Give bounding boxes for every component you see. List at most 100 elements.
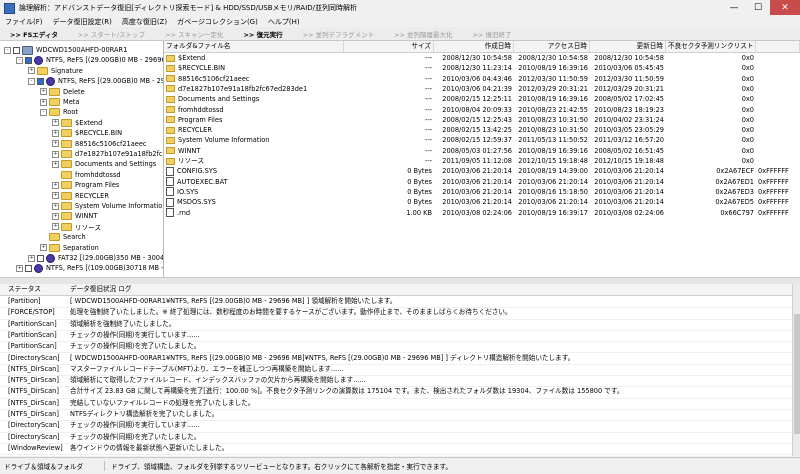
- column-header[interactable]: アクセス日時: [514, 41, 590, 52]
- menu-help[interactable]: ヘルプ(H): [263, 17, 305, 27]
- select-checkbox[interactable]: [25, 56, 32, 64]
- tree-node[interactable]: + Separation: [40, 243, 99, 253]
- file-row[interactable]: $Extend --- 2008/12/30 10:54:58 2008/12/30 …: [164, 53, 800, 63]
- log-panel[interactable]: ステータス データ復旧状況 ログ [Partition] [ WDCWD1500A…: [0, 284, 792, 456]
- file-row[interactable]: WINNT --- 2008/05/03 01:27:56 2010/08/19 16…: [164, 146, 800, 156]
- collapse-icon[interactable]: -: [28, 77, 35, 85]
- log-scrollbar[interactable]: [792, 284, 800, 456]
- column-header[interactable]: [756, 41, 800, 52]
- file-cell-modified: 2010/04/02 23:31:24: [594, 115, 664, 124]
- select-checkbox[interactable]: [13, 46, 20, 54]
- tree-node[interactable]: + FAT32 [(29.00GB)350 MB - 30046: [28, 253, 163, 263]
- column-header[interactable]: 作成日時: [434, 41, 514, 52]
- tree-node[interactable]: + $Extend: [52, 118, 102, 128]
- file-row[interactable]: MSDOS.SYS 0 Bytes 2010/03/06 21:20:14 2010/…: [164, 197, 800, 207]
- tree-node[interactable]: + NTFS, ReFS [(109.00GB)30718 MB -: [16, 263, 163, 273]
- toolbar-button[interactable]: >> 復旧終了: [463, 29, 522, 39]
- tree-node[interactable]: +88516c5106cf21aeec: [52, 139, 147, 149]
- menu-file[interactable]: ファイル(F): [0, 17, 48, 27]
- log-message: 処理を強制終了いたしました。※ 終了処理には、数秒程度のお時間を要するケースがご…: [70, 308, 512, 317]
- tree-node[interactable]: + リソース: [52, 222, 101, 232]
- toolbar-button[interactable]: >> FSエディタ: [0, 29, 68, 39]
- tree-node[interactable]: + Meta: [40, 97, 79, 107]
- drive-tree[interactable]: - WDCWD1500AHFD-00RAR1 - NTFS, ReFS [(29.00…: [0, 41, 164, 277]
- tree-node[interactable]: - WDCWD1500AHFD-00RAR1: [4, 45, 127, 55]
- toolbar-button[interactable]: >> スキャン一定化: [155, 29, 233, 39]
- expand-icon[interactable]: +: [52, 119, 59, 127]
- tree-node[interactable]: Search: [40, 232, 86, 242]
- tree-node[interactable]: + Delete: [40, 87, 85, 97]
- tree-node[interactable]: + d7e1827b107e91a18fb2fc67: [52, 149, 163, 159]
- log-header-status[interactable]: ステータス: [4, 284, 45, 295]
- expand-icon[interactable]: +: [16, 264, 23, 272]
- file-row[interactable]: 88516c5106cf21aeec --- 2010/03/06 04:43:46…: [164, 74, 800, 84]
- expand-icon[interactable]: +: [52, 181, 59, 189]
- expand-icon[interactable]: +: [52, 160, 59, 168]
- tree-node[interactable]: + $RECYCLE.BIN: [52, 128, 122, 138]
- file-cell-name: fromhddtossd: [164, 105, 344, 115]
- tree-node[interactable]: + Program Files: [52, 180, 119, 190]
- tree-node[interactable]: - NTFS, ReFS [(29.00GB)0 MB - 29696: [16, 55, 163, 65]
- tree-node[interactable]: - NTFS, ReFS [(29.00GB)0 MB - 296: [28, 76, 163, 86]
- expand-icon[interactable]: +: [40, 98, 47, 106]
- select-checkbox[interactable]: [37, 254, 44, 262]
- menu-garbage-collection[interactable]: ガベージコレクション(G): [172, 17, 263, 27]
- tree-node[interactable]: + System Volume Informatio: [52, 201, 162, 211]
- file-row[interactable]: $RECYCLE.BIN --- 2008/12/30 11:23:14 2010/0…: [164, 63, 800, 73]
- file-row[interactable]: IO.SYS 0 Bytes 2010/03/06 21:20:14 2010/08/…: [164, 187, 800, 197]
- file-row[interactable]: fromhddtossd --- 2010/08/04 20:09:33 2010/0…: [164, 105, 800, 115]
- column-header[interactable]: 更新日時: [590, 41, 666, 52]
- file-row[interactable]: .rnd 1.00 KB 2010/03/08 02:24:06 2010/08/19…: [164, 208, 800, 218]
- log-status: [NTFS_DirScan]: [8, 376, 59, 385]
- file-list[interactable]: フォルダ&ファイル名 サイズ 作成日時 アクセス日時 更新日時 不良セクタ予測リンクリスト…: [164, 41, 800, 277]
- file-row[interactable]: d7e1827b107e91a18fb2fc67ed283de1 --- 2010/…: [164, 84, 800, 94]
- column-header[interactable]: サイズ: [344, 41, 434, 52]
- log-scrollbar-thumb[interactable]: [794, 314, 800, 434]
- file-row[interactable]: RECYCLER --- 2008/02/15 13:42:25 2010/08/23…: [164, 125, 800, 135]
- file-row[interactable]: System Volume Information --- 2008/02/15 1…: [164, 135, 800, 145]
- expand-icon[interactable]: +: [52, 212, 59, 220]
- file-row[interactable]: Program Files --- 2008/02/15 12:25:43 2010/…: [164, 115, 800, 125]
- close-button[interactable]: ✕: [770, 0, 800, 15]
- collapse-icon[interactable]: -: [16, 56, 23, 64]
- log-row[interactable]: [WindowReview] 各ウインドウの情報を最新状態へ更新いたしました。: [0, 443, 792, 456]
- log-header-message[interactable]: データ復旧状況 ログ: [66, 284, 135, 295]
- file-row[interactable]: CONFIG.SYS 0 Bytes 2010/03/06 21:20:14 2010…: [164, 166, 800, 176]
- expand-icon[interactable]: +: [52, 202, 59, 210]
- tree-node[interactable]: + RECYCLER: [52, 191, 109, 201]
- menu-advanced-recovery[interactable]: 高度な復旧(Z): [117, 17, 172, 27]
- expand-icon[interactable]: +: [28, 67, 35, 75]
- column-header[interactable]: 不良セクタ予測リンクリスト: [666, 41, 756, 52]
- file-cell-bad: 0x0: [741, 146, 754, 155]
- toolbar-button[interactable]: >> スタート/ストップ: [68, 29, 155, 39]
- menu-recovery-settings[interactable]: データ復旧設定(R): [48, 17, 117, 27]
- file-row[interactable]: AUTOEXEC.BAT 0 Bytes 2010/03/06 21:20:14 20…: [164, 177, 800, 187]
- expand-icon[interactable]: +: [40, 88, 47, 96]
- tree-node[interactable]: + Documents and Settings: [52, 159, 156, 169]
- select-checkbox[interactable]: [37, 77, 44, 85]
- expand-icon[interactable]: +: [52, 129, 59, 137]
- maximize-button[interactable]: ☐: [746, 0, 770, 15]
- tree-node[interactable]: - Root: [40, 107, 78, 117]
- expand-icon[interactable]: +: [40, 244, 47, 252]
- tree-node[interactable]: + WINNT: [52, 211, 97, 221]
- minimize-button[interactable]: —: [722, 0, 746, 15]
- expand-icon[interactable]: +: [52, 150, 59, 158]
- file-cell-bad: 0x2A67ED1: [715, 177, 754, 186]
- file-row[interactable]: Documents and Settings --- 2008/02/15 12:2…: [164, 94, 800, 104]
- expand-icon[interactable]: +: [52, 192, 59, 200]
- toolbar-button[interactable]: >> 復元実行: [233, 29, 292, 39]
- expand-icon[interactable]: +: [52, 140, 59, 148]
- column-header[interactable]: フォルダ&ファイル名: [164, 41, 344, 52]
- select-checkbox[interactable]: [25, 264, 32, 272]
- collapse-icon[interactable]: -: [4, 46, 11, 54]
- toolbar-button[interactable]: >> 並列デフラグメント: [293, 29, 384, 39]
- tree-node[interactable]: fromhddtossd: [52, 170, 121, 180]
- expand-icon[interactable]: +: [52, 223, 59, 231]
- file-cell-name: CONFIG.SYS: [164, 166, 344, 176]
- expand-icon[interactable]: +: [28, 254, 35, 262]
- tree-node[interactable]: + Signature: [28, 66, 83, 76]
- toolbar-button[interactable]: >> 並列階層最大化: [384, 29, 462, 39]
- file-row[interactable]: リソース --- 2011/09/05 11:12:08 2012/10/15 19:…: [164, 156, 800, 166]
- collapse-icon[interactable]: -: [40, 108, 47, 116]
